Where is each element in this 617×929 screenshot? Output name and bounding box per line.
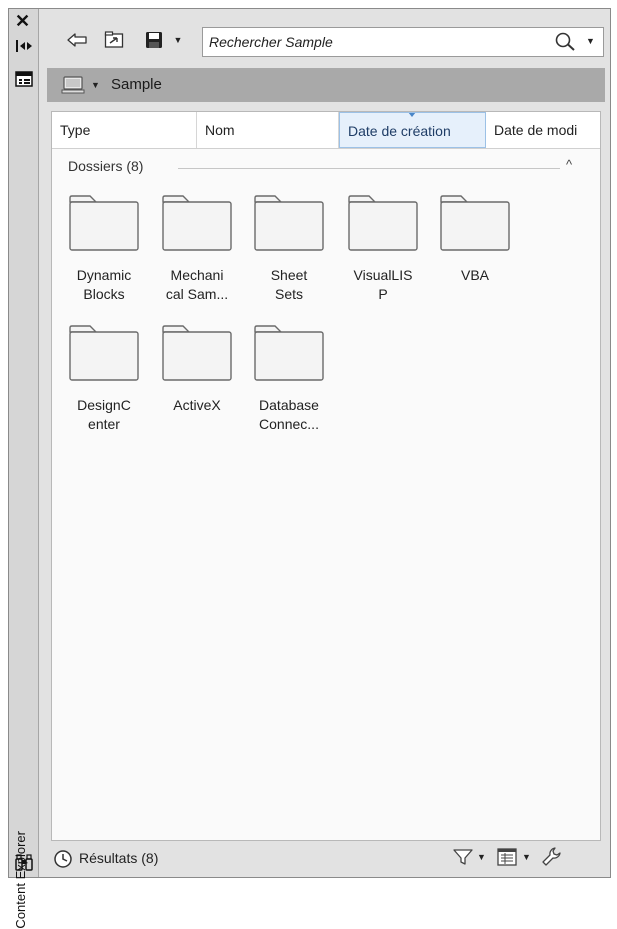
toolbar: ▼ ▼ (47, 15, 605, 63)
computer-icon[interactable] (61, 75, 85, 95)
folder-icon (69, 195, 139, 251)
side-panel-strip: ✕ Content Explorer (9, 9, 39, 929)
path-bar: ▼ Sample (47, 68, 605, 102)
view-icon[interactable] (497, 848, 517, 866)
folder-item[interactable]: Database Connec... (248, 324, 330, 440)
view-dropdown-chevron-icon[interactable]: ▼ (522, 852, 531, 862)
collapse-chevron-icon[interactable]: ^ (566, 157, 572, 172)
column-header-created[interactable]: Date de création (339, 112, 486, 148)
sort-indicator-icon (408, 113, 416, 117)
group-label: Dossiers (8) (68, 158, 144, 174)
column-header-type[interactable]: Type (52, 112, 197, 148)
save-icon (146, 32, 162, 48)
folder-label: VBA (460, 267, 489, 283)
folder-icon (254, 195, 324, 251)
search-box[interactable]: ▼ (202, 27, 604, 57)
folder-label: Database Connec... (259, 397, 319, 432)
pin-icon[interactable] (14, 39, 34, 53)
folder-icon (69, 325, 139, 381)
content-explorer-window: ✕ Content Explorer ▼ Rechercher Sample ▼… (8, 8, 611, 929)
close-icon[interactable]: ✕ (15, 12, 30, 30)
folder-icon (162, 325, 232, 381)
path-dropdown-chevron-icon[interactable]: ▼ (91, 80, 100, 90)
save-options-dropdown[interactable]: ▼ (171, 29, 185, 51)
folder-label: DesignC enter (77, 397, 131, 432)
clock-icon (54, 850, 72, 868)
folder-label: Mechani cal Sam... (165, 267, 229, 302)
group-divider (178, 168, 560, 169)
results-count: Résultats (8) (79, 850, 159, 866)
folder-icon (348, 195, 418, 251)
settings-wrench-icon[interactable] (541, 846, 563, 868)
folder-item[interactable]: DesignC enter (63, 324, 145, 440)
binoculars-icon[interactable] (14, 854, 34, 872)
chevron-down-icon: ▼ (173, 35, 183, 45)
panel-menu-icon[interactable] (15, 71, 33, 87)
filter-dropdown-chevron-icon[interactable]: ▼ (477, 852, 486, 862)
search-input[interactable] (209, 32, 539, 52)
back-arrow-icon (67, 33, 87, 47)
search-icon[interactable] (553, 31, 579, 53)
explorer-main: ▼ ▼ ▼ Sample Type Nom (47, 15, 605, 871)
results-pane: Type Nom Date de création Date de modi D… (51, 111, 601, 841)
search-options-chevron-icon[interactable]: ▼ (586, 36, 595, 46)
column-header-name[interactable]: Nom (197, 112, 339, 148)
folder-item[interactable]: VisualLIS P (342, 194, 424, 310)
column-header-modified[interactable]: Date de modi (486, 112, 600, 148)
folder-label: ActiveX (173, 397, 221, 413)
folder-label: Sheet Sets (270, 267, 308, 302)
folder-up-button[interactable] (102, 29, 126, 51)
folder-label: Dynamic Blocks (76, 267, 132, 302)
folder-icon (440, 195, 510, 251)
folder-label: VisualLIS P (353, 267, 413, 302)
save-button[interactable] (143, 29, 165, 51)
path-breadcrumb[interactable]: Sample (111, 76, 162, 93)
back-button[interactable] (65, 29, 89, 51)
filter-icon[interactable] (453, 848, 473, 866)
folder-item[interactable]: Dynamic Blocks (63, 194, 145, 310)
column-header-created-label: Date de création (348, 123, 451, 139)
column-headers: Type Nom Date de création Date de modi (52, 112, 600, 149)
folder-item[interactable]: ActiveX (156, 324, 238, 440)
folder-item[interactable]: Sheet Sets (248, 194, 330, 310)
side-panel-title: Content Explorer (13, 831, 28, 929)
folders-group-header[interactable]: Dossiers (8) ^ (68, 157, 588, 178)
folder-item[interactable]: VBA (434, 194, 516, 310)
folder-icon (254, 325, 324, 381)
folder-icon (162, 195, 232, 251)
folder-item[interactable]: Mechani cal Sam... (156, 194, 238, 310)
status-bar: Résultats (8) ▼ ▼ (47, 843, 605, 871)
folder-up-icon (104, 31, 124, 48)
